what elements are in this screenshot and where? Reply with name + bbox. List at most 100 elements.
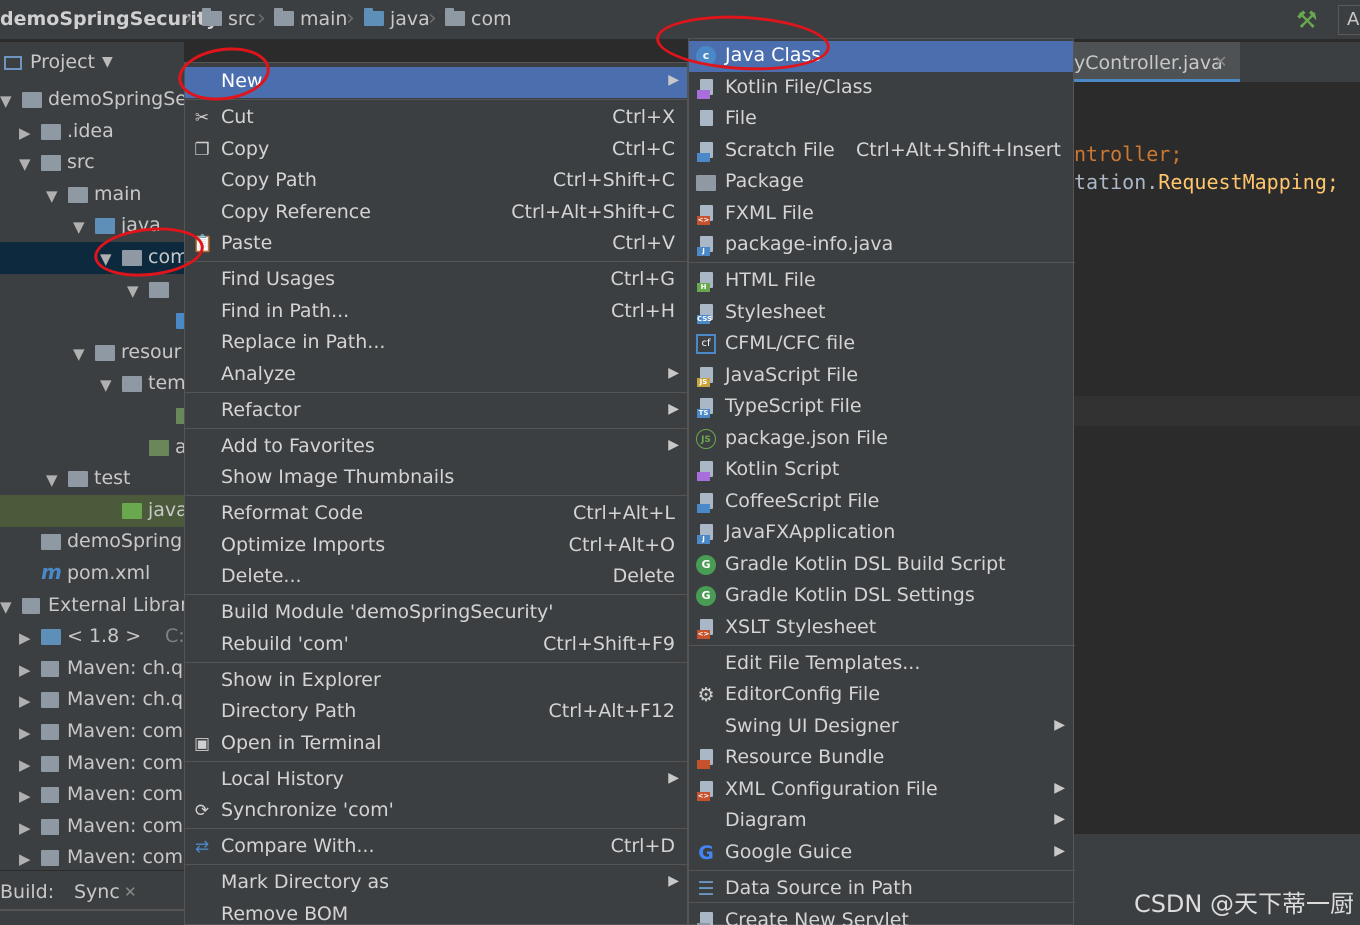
submenu-item-create-new-servlet[interactable]: Create New Servlet (689, 906, 1073, 925)
menu-item-cut[interactable]: ✂ Cut Ctrl+X (185, 103, 687, 134)
menu-item-paste[interactable]: 📋 Paste Ctrl+V (185, 229, 687, 260)
tree-node[interactable]: ▼ (0, 274, 184, 306)
tree-node[interactable]: ▶ Maven: com. (0, 842, 184, 870)
close-icon[interactable]: ✕ (1214, 52, 1227, 71)
submenu-item-kotlin-script[interactable]: Kotlin Script (689, 455, 1073, 486)
submenu-item-xslt-stylesheet[interactable]: <> XSLT Stylesheet (689, 613, 1073, 644)
submenu-item-data-source-in-path[interactable]: ☰ Data Source in Path (689, 874, 1073, 905)
tree-node[interactable]: ▼ test (0, 463, 184, 495)
submenu-item-google-guice[interactable]: G Google Guice ▶ (689, 838, 1073, 869)
menu-item-find-in-path[interactable]: Find in Path... Ctrl+H (185, 297, 687, 328)
tree-node[interactable]: demoSpring (0, 526, 184, 558)
submenu-item-xml-configuration-file[interactable]: <> XML Configuration File ▶ (689, 775, 1073, 806)
expand-arrow-icon[interactable]: ▼ (46, 187, 58, 205)
menu-item-local-history[interactable]: Local History ▶ (185, 765, 687, 796)
menu-item-reformat-code[interactable]: Reformat Code Ctrl+Alt+L (185, 499, 687, 530)
tree-node[interactable]: ▼ tem (0, 368, 184, 400)
menu-item-copy-path[interactable]: Copy Path Ctrl+Shift+C (185, 166, 687, 197)
menu-item-copy-reference[interactable]: Copy Reference Ctrl+Alt+Shift+C (185, 198, 687, 229)
menu-item-find-usages[interactable]: Find Usages Ctrl+G (185, 265, 687, 296)
menu-item-directory-path[interactable]: Directory Path Ctrl+Alt+F12 (185, 697, 687, 728)
tree-node[interactable]: ▶ Maven: com. (0, 716, 184, 748)
expand-arrow-icon[interactable]: ▼ (19, 155, 31, 173)
collapse-arrow-icon[interactable]: ▶ (19, 724, 31, 742)
menu-item-mark-directory-as[interactable]: Mark Directory as ▶ (185, 868, 687, 899)
expand-arrow-icon[interactable]: ▼ (73, 345, 85, 363)
expand-arrow-icon[interactable]: ▼ (127, 282, 139, 300)
submenu-item-editorconfig-file[interactable]: ⚙ EditorConfig File (689, 680, 1073, 711)
submenu-item-kotlin-file-class[interactable]: Kotlin File/Class (689, 73, 1073, 104)
collapse-arrow-icon[interactable]: ▶ (19, 692, 31, 710)
expand-arrow-icon[interactable]: ▼ (0, 92, 12, 110)
tree-node[interactable]: ▶ < 1.8 > C:\Pr (0, 621, 184, 653)
collapse-arrow-icon[interactable]: ▶ (19, 629, 31, 647)
tree-node[interactable]: ▶ Maven: ch.qo (0, 684, 184, 716)
submenu-item-html-file[interactable]: H HTML File (689, 266, 1073, 297)
breadcrumb-item[interactable]: src (228, 8, 256, 30)
menu-item-delete[interactable]: Delete... Delete (185, 562, 687, 593)
submenu-item-cfml-cfc-file[interactable]: cf CFML/CFC file (689, 329, 1073, 360)
submenu-item-file[interactable]: File (689, 104, 1073, 135)
submenu-item-package[interactable]: Package (689, 167, 1073, 198)
breadcrumb-item[interactable]: java (390, 8, 430, 30)
menu-item-open-in-terminal[interactable]: ▣ Open in Terminal (185, 729, 687, 760)
collapse-arrow-icon[interactable]: ▶ (19, 661, 31, 679)
collapse-arrow-icon[interactable]: ▶ (19, 850, 31, 868)
tree-node[interactable]: ▼ src (0, 147, 184, 179)
submenu-item-gradle-kotlin-dsl-build-script[interactable]: G Gradle Kotlin DSL Build Script (689, 550, 1073, 581)
menu-item-replace-in-path[interactable]: Replace in Path... (185, 328, 687, 359)
project-panel-title[interactable]: Project (30, 51, 95, 73)
menu-item-build-module-demospringsecurity[interactable]: Build Module 'demoSpringSecurity' (185, 598, 687, 629)
menu-item-rebuild-com[interactable]: Rebuild 'com' Ctrl+Shift+F9 (185, 630, 687, 661)
expand-arrow-icon[interactable]: ▼ (46, 471, 58, 489)
tab-controller[interactable]: yController.java ✕ (1074, 42, 1240, 82)
menu-item-add-to-favorites[interactable]: Add to Favorites ▶ (185, 432, 687, 463)
submenu-item-package-json-file[interactable]: JS package.json File (689, 424, 1073, 455)
tree-node[interactable]: ▼ main (0, 179, 184, 211)
menu-item-optimize-imports[interactable]: Optimize Imports Ctrl+Alt+O (185, 531, 687, 562)
submenu-item-diagram[interactable]: Diagram ▶ (689, 806, 1073, 837)
submenu-item-resource-bundle[interactable]: Resource Bundle (689, 743, 1073, 774)
menu-item-show-in-explorer[interactable]: Show in Explorer (185, 666, 687, 697)
run-config-selector[interactable]: A (1338, 5, 1360, 35)
tree-node[interactable]: ▼ External Librarie (0, 590, 184, 622)
tree-node[interactable]: ▶ Maven: com. (0, 748, 184, 780)
menu-item-synchronize-com[interactable]: ⟳ Synchronize 'com' (185, 796, 687, 827)
expand-arrow-icon[interactable]: ▼ (73, 218, 85, 236)
collapse-arrow-icon[interactable]: ▶ (19, 819, 31, 837)
menu-item-refactor[interactable]: Refactor ▶ (185, 396, 687, 427)
expand-arrow-icon[interactable]: ▼ (0, 598, 12, 616)
submenu-item-coffeescript-file[interactable]: CoffeeScript File (689, 487, 1073, 518)
breadcrumb-item[interactable]: com (471, 8, 512, 30)
tree-node[interactable] (0, 305, 184, 337)
tree-node[interactable]: ▼ demoSpringSec (0, 84, 184, 116)
submenu-item-swing-ui-designer[interactable]: Swing UI Designer ▶ (689, 712, 1073, 743)
menu-item-show-image-thumbnails[interactable]: Show Image Thumbnails (185, 463, 687, 494)
tree-node[interactable]: ▼ resour (0, 337, 184, 369)
submenu-item-fxml-file[interactable]: <> FXML File (689, 199, 1073, 230)
submenu-item-scratch-file[interactable]: Scratch File Ctrl+Alt+Shift+Insert (689, 136, 1073, 167)
collapse-arrow-icon[interactable]: ▶ (19, 787, 31, 805)
code-editor[interactable]: ntroller; tation.RequestMapping; (1074, 82, 1360, 834)
menu-item-remove-bom[interactable]: Remove BOM (185, 900, 687, 925)
tree-node[interactable]: java (0, 494, 184, 527)
submenu-item-edit-file-templates[interactable]: Edit File Templates... (689, 649, 1073, 680)
expand-arrow-icon[interactable]: ▼ (100, 376, 112, 394)
submenu-item-package-info-java[interactable]: Jpackage-info.java (689, 230, 1073, 261)
collapse-arrow-icon[interactable]: ▶ (19, 124, 31, 142)
close-icon[interactable]: ✕ (124, 883, 137, 901)
breadcrumb-item[interactable]: main (300, 8, 347, 30)
tree-node[interactable]: ▶ Maven: com. (0, 811, 184, 843)
tree-node[interactable]: m pom.xml (0, 558, 184, 590)
menu-item-copy[interactable]: ❐ Copy Ctrl+C (185, 135, 687, 166)
tree-node[interactable] (0, 400, 184, 432)
build-tab-sync[interactable]: Sync (74, 881, 120, 903)
tree-node[interactable]: ▶ Maven: com. (0, 779, 184, 811)
tree-node[interactable]: app (0, 432, 184, 464)
build-hammer-icon[interactable]: ⚒ (1296, 6, 1318, 34)
submenu-item-typescript-file[interactable]: TS TypeScript File (689, 392, 1073, 423)
tree-node[interactable]: ▶ Maven: ch.qo (0, 653, 184, 685)
collapse-arrow-icon[interactable]: ▶ (19, 756, 31, 774)
submenu-item-stylesheet[interactable]: CSS Stylesheet (689, 298, 1073, 329)
submenu-item-gradle-kotlin-dsl-settings[interactable]: G Gradle Kotlin DSL Settings (689, 581, 1073, 612)
